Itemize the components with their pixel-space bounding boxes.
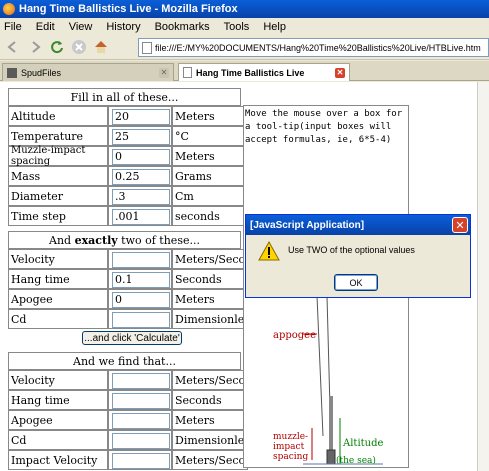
- field-unit: seconds: [172, 206, 248, 226]
- field-unit: Dimensionless: [172, 309, 256, 329]
- field-unit: Meters/Second: [172, 249, 259, 269]
- field-unit: Grams: [172, 166, 248, 186]
- cd-input[interactable]: [112, 312, 170, 328]
- field-label: Cd: [8, 309, 108, 329]
- result-cd: [112, 433, 170, 449]
- back-icon[interactable]: [4, 38, 22, 56]
- menu-file[interactable]: File: [4, 21, 22, 33]
- field-unit: Meters/Second: [172, 370, 259, 390]
- field-unit: Meters: [172, 289, 248, 309]
- warning-icon: [258, 241, 280, 261]
- result-hang-time: [112, 393, 170, 409]
- page-icon: [142, 41, 152, 54]
- field-label: Velocity: [8, 249, 108, 269]
- tab-hang-time[interactable]: Hang Time Ballistics Live ✕: [178, 63, 350, 81]
- menu-tools[interactable]: Tools: [224, 21, 250, 33]
- menu-view[interactable]: View: [69, 21, 93, 33]
- field-label: Cd: [8, 430, 108, 450]
- tooltip-text: Move the mouse over a box for a tool-tip…: [245, 109, 408, 145]
- field-unit: Seconds: [172, 390, 248, 410]
- section-text: And: [49, 233, 75, 247]
- field-unit: Seconds: [172, 269, 248, 289]
- reload-icon[interactable]: [48, 38, 66, 56]
- tab-label: Hang Time Ballistics Live: [196, 67, 305, 78]
- section-fill-all: Fill in all of these...: [8, 88, 241, 106]
- trajectory-line-up: [316, 296, 324, 437]
- menu-bar: File Edit View History Bookmarks Tools H…: [0, 18, 489, 35]
- alert-dialog: [JavaScript Application] ✕ Use TWO of th…: [245, 214, 471, 298]
- field-unit: Cm: [172, 186, 248, 206]
- field-unit: Meters/Second: [172, 450, 259, 470]
- field-label: Muzzle-impact spacing: [8, 145, 108, 167]
- tab-page-icon: [183, 67, 192, 78]
- diameter-input[interactable]: .3: [112, 189, 170, 205]
- menu-history[interactable]: History: [106, 21, 140, 33]
- apogee-input[interactable]: 0: [112, 292, 170, 308]
- close-tab-icon[interactable]: ✕: [159, 67, 169, 78]
- tab-spudfiles[interactable]: SpudFiles ✕: [2, 63, 174, 81]
- field-label: Time step: [8, 206, 108, 226]
- temperature-input[interactable]: 25: [112, 129, 170, 145]
- field-unit: Meters: [172, 146, 248, 166]
- field-unit: Meters: [172, 106, 248, 126]
- forward-icon[interactable]: [26, 38, 44, 56]
- tab-favicon-icon: [7, 67, 17, 78]
- field-unit: °C: [172, 126, 248, 146]
- field-label: Apogee: [8, 410, 108, 430]
- ok-button[interactable]: OK: [334, 274, 378, 291]
- launcher-barrel: [329, 396, 333, 454]
- field-unit: Dimensionless: [172, 430, 256, 450]
- home-icon[interactable]: [92, 38, 110, 56]
- result-velocity: [112, 373, 170, 389]
- section-results: And we find that...: [8, 352, 241, 370]
- section-emphasis: exactly: [74, 233, 118, 247]
- close-tab-icon[interactable]: ✕: [335, 67, 345, 78]
- sea-label: (the sea): [336, 456, 376, 466]
- window-title: Hang Time Ballistics Live - Mozilla Fire…: [19, 3, 238, 15]
- altitude-input[interactable]: 20: [112, 109, 170, 125]
- muzzle-spacing-label: muzzle- impact spacing: [273, 432, 309, 462]
- close-icon[interactable]: ✕: [452, 217, 468, 233]
- altitude-label: Altitude: [343, 438, 384, 449]
- tab-label: SpudFiles: [21, 67, 62, 78]
- launcher-base: [326, 449, 336, 465]
- time-step-input[interactable]: .001: [112, 209, 170, 225]
- apogee-label: appogee: [273, 330, 317, 341]
- section-exactly-two: And exactly two of these...: [8, 231, 241, 249]
- field-label: Hang time: [8, 390, 108, 410]
- dialog-message: Use TWO of the optional values: [288, 245, 415, 255]
- dialog-title: [JavaScript Application]: [246, 215, 470, 235]
- field-label: Altitude: [8, 106, 108, 126]
- calculate-row: ...and click 'Calculate': [8, 331, 241, 347]
- page-scrollbar[interactable]: [477, 82, 489, 471]
- field-label: Velocity: [8, 370, 108, 390]
- result-apogee: [112, 413, 170, 429]
- mass-input[interactable]: 0.25: [112, 169, 170, 185]
- field-label: Hang time: [8, 269, 108, 289]
- result-impact-velocity: [112, 453, 170, 469]
- field-label: Mass: [8, 166, 108, 186]
- menu-bookmarks[interactable]: Bookmarks: [155, 21, 210, 33]
- stop-icon[interactable]: [70, 38, 88, 56]
- menu-edit[interactable]: Edit: [36, 21, 55, 33]
- field-label: Impact Velocity: [8, 450, 108, 470]
- field-label: Temperature: [8, 126, 108, 146]
- window-title-bar: Hang Time Ballistics Live - Mozilla Fire…: [0, 0, 489, 18]
- velocity-input[interactable]: [112, 252, 170, 268]
- field-label: Diameter: [8, 186, 108, 206]
- section-text: two of these...: [117, 233, 200, 247]
- menu-help[interactable]: Help: [263, 21, 286, 33]
- url-text: file:///E:/MY%20DOCUMENTS/Hang%20Time%20…: [155, 42, 481, 53]
- tab-bar: SpudFiles ✕ Hang Time Ballistics Live ✕: [0, 61, 489, 81]
- address-bar[interactable]: file:///E:/MY%20DOCUMENTS/Hang%20Time%20…: [138, 38, 489, 57]
- navigation-toolbar: file:///E:/MY%20DOCUMENTS/Hang%20Time%20…: [0, 35, 489, 60]
- field-unit: Meters: [172, 410, 248, 430]
- firefox-icon: [3, 3, 15, 15]
- muzzle-spacing-input[interactable]: 0: [112, 149, 170, 165]
- hang-time-input[interactable]: 0.1: [112, 272, 170, 288]
- field-label: Apogee: [8, 289, 108, 309]
- trajectory-diagram: [303, 296, 383, 465]
- calculate-button[interactable]: ...and click 'Calculate': [82, 331, 182, 345]
